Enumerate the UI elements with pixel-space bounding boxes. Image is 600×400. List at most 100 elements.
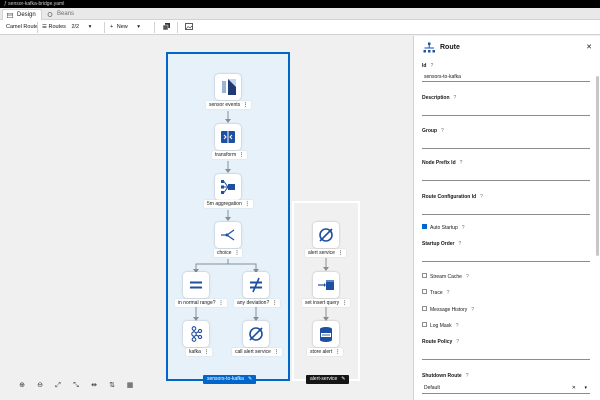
node-label[interactable]: choice ⋮ xyxy=(214,249,243,257)
kebab-icon[interactable]: ⋮ xyxy=(335,349,340,355)
route-canvas[interactable]: sensor events ⋮ transform ⋮ 5m aggregation… xyxy=(0,36,412,400)
route-pill-label: alert-service xyxy=(310,376,338,382)
help-icon[interactable]: ? xyxy=(456,323,459,329)
copy-button[interactable] xyxy=(162,23,170,32)
shutdown-route-value: Default xyxy=(424,385,440,391)
chevron-down-icon[interactable]: ▾ xyxy=(584,383,587,394)
help-icon[interactable]: ? xyxy=(441,128,444,134)
route-config-field[interactable] xyxy=(422,205,590,215)
node-label[interactable]: call alert service ⋮ xyxy=(232,348,282,356)
help-icon[interactable]: ? xyxy=(430,63,433,69)
not-equal-icon xyxy=(250,277,262,293)
help-icon[interactable]: ? xyxy=(459,241,462,247)
kebab-icon[interactable]: ⋮ xyxy=(272,300,277,306)
auto-startup-row[interactable]: Auto Startup? xyxy=(422,224,465,232)
toolbar-divider xyxy=(37,22,38,33)
close-icon[interactable]: ✕ xyxy=(586,43,592,51)
new-route-button[interactable]: + New ▾ xyxy=(110,23,140,32)
kebab-icon[interactable]: ⋮ xyxy=(274,349,279,355)
description-field[interactable] xyxy=(422,106,590,116)
node-prefix-label-text: Node Prefix Id xyxy=(422,160,456,166)
kebab-icon[interactable]: ⋮ xyxy=(338,250,343,256)
fit-to-screen-icon[interactable]: ⤢ xyxy=(53,381,63,391)
kebab-icon[interactable]: ⋮ xyxy=(243,102,248,108)
node-label[interactable]: store alert ⋮ xyxy=(307,348,344,356)
group-field[interactable] xyxy=(422,139,590,149)
kebab-icon[interactable]: ⋮ xyxy=(219,300,224,306)
node-alert-service[interactable] xyxy=(313,222,339,248)
node-label[interactable]: kafka ⋮ xyxy=(186,348,212,356)
help-icon[interactable]: ? xyxy=(460,160,463,166)
startup-order-field[interactable] xyxy=(422,252,590,262)
kebab-icon[interactable]: ⋮ xyxy=(239,152,244,158)
node-label[interactable]: 5m aggregation ⋮ xyxy=(204,200,253,208)
help-icon[interactable]: ? xyxy=(454,95,457,101)
tab-beans-label: Beans xyxy=(57,11,75,17)
trace-checkbox[interactable] xyxy=(422,289,427,295)
stream-cache-row[interactable]: Stream Cache? xyxy=(422,273,469,281)
node-sensor-events[interactable] xyxy=(215,74,241,100)
kebab-icon[interactable]: ⋮ xyxy=(234,250,239,256)
node-label[interactable]: in normal range? ⋮ xyxy=(175,299,227,307)
node-prefix-field[interactable] xyxy=(422,171,590,181)
reset-view-icon[interactable]: ⤡ xyxy=(71,381,81,391)
help-icon[interactable]: ? xyxy=(466,373,469,379)
choice-icon xyxy=(221,229,235,241)
export-image-button[interactable] xyxy=(185,23,193,32)
shutdown-route-label: Shutdown Route? xyxy=(422,373,469,379)
kebab-icon[interactable]: ⋮ xyxy=(245,201,250,207)
node-kafka[interactable] xyxy=(183,321,209,347)
tab-design[interactable]: Design xyxy=(2,9,42,20)
startup-order-label: Startup Order? xyxy=(422,241,461,247)
message-history-checkbox[interactable] xyxy=(422,306,427,312)
help-icon[interactable]: ? xyxy=(480,194,483,200)
horizontal-layout-icon[interactable]: ⇹ xyxy=(89,381,99,391)
node-call-alert-service[interactable] xyxy=(243,321,269,347)
route-pill-alert-service[interactable]: alert-service ✎ xyxy=(306,375,350,384)
window-title-bar: ƒ sensor-kafka-bridge.yaml xyxy=(0,0,600,8)
panel-scrollbar[interactable] xyxy=(596,76,599,256)
node-label[interactable]: alert service ⋮ xyxy=(305,249,346,257)
help-icon[interactable]: ? xyxy=(462,225,465,231)
routes-dropdown[interactable]: ☰ Routes 2/2 ▾ xyxy=(42,23,91,32)
vertical-layout-icon[interactable]: ⇅ xyxy=(107,381,117,391)
zoom-out-icon[interactable]: ⊖ xyxy=(35,381,45,391)
direct-icon xyxy=(319,228,333,242)
pencil-icon[interactable]: ✎ xyxy=(341,376,345,382)
log-mask-row[interactable]: Log Mask? xyxy=(422,322,459,330)
tab-design-label: Design xyxy=(17,12,36,18)
help-icon[interactable]: ? xyxy=(447,290,450,296)
message-history-row[interactable]: Message History? xyxy=(422,306,474,314)
tab-beans[interactable]: Beans xyxy=(43,9,79,20)
node-store-alert[interactable] xyxy=(313,321,339,347)
kebab-icon[interactable]: ⋮ xyxy=(342,300,347,306)
trace-row[interactable]: Trace? xyxy=(422,289,450,297)
node-label[interactable]: sensor events ⋮ xyxy=(206,101,252,109)
node-when-deviation[interactable] xyxy=(243,272,269,298)
node-set-insert-query[interactable] xyxy=(313,272,339,298)
node-when-normal-range[interactable] xyxy=(183,272,209,298)
zoom-in-icon[interactable]: ⊕ xyxy=(17,381,27,391)
help-icon[interactable]: ? xyxy=(471,307,474,313)
clear-icon[interactable]: ✕ xyxy=(572,383,576,394)
route-policy-field[interactable] xyxy=(422,350,590,360)
pencil-icon[interactable]: ✎ xyxy=(248,376,252,382)
id-field[interactable]: sensors-to-kafka xyxy=(422,72,590,82)
help-icon[interactable]: ? xyxy=(456,339,459,345)
node-choice[interactable] xyxy=(215,222,241,248)
image-icon xyxy=(185,23,193,30)
help-icon[interactable]: ? xyxy=(466,274,469,280)
stream-cache-checkbox[interactable] xyxy=(422,273,427,279)
panel-title: Route xyxy=(440,44,460,51)
auto-startup-checkbox[interactable] xyxy=(422,224,427,230)
node-transform[interactable] xyxy=(215,124,241,150)
node-label[interactable]: transform ⋮ xyxy=(212,151,248,159)
node-label[interactable]: set insert query ⋮ xyxy=(302,299,351,307)
layout-icon[interactable]: ▦ xyxy=(125,381,135,391)
node-aggregation[interactable] xyxy=(215,174,241,200)
shutdown-route-select[interactable]: Default ✕ ▾ xyxy=(422,383,590,394)
route-pill-sensors-to-kafka[interactable]: sensors-to-kafka ✎ xyxy=(203,375,257,384)
node-label[interactable]: any deviation? ⋮ xyxy=(234,299,281,307)
log-mask-checkbox[interactable] xyxy=(422,322,427,328)
kebab-icon[interactable]: ⋮ xyxy=(204,349,209,355)
